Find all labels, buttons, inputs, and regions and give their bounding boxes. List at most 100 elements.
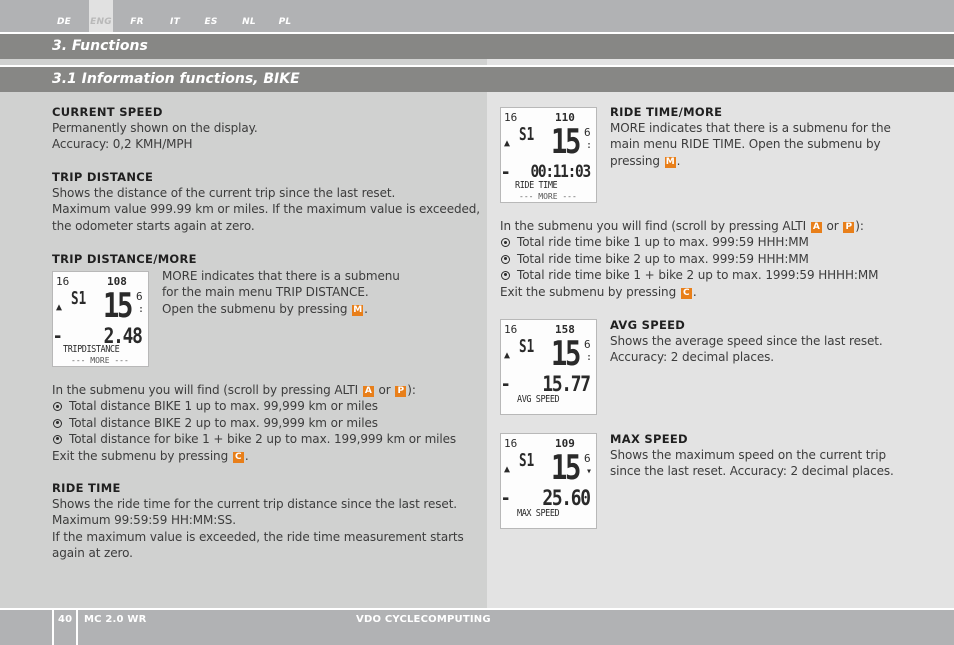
body-text: Maximum value 999.99 km or miles. If the… xyxy=(52,202,481,217)
list-item-text: Total distance BIKE 2 up to max. 99,999 … xyxy=(69,415,378,430)
display-indicator: 16 xyxy=(504,111,518,124)
display-value: 25.60 xyxy=(542,486,592,510)
list-item-text: Total ride time bike 2 up to max. 999:59… xyxy=(517,251,809,266)
intro-text: In the submenu you will find (scroll by … xyxy=(500,219,807,233)
max-speed-section: MAX SPEED Shows the maximum speed on the… xyxy=(610,432,910,480)
bike-icon: ▲ xyxy=(504,350,511,361)
bike-icon: ▲ xyxy=(56,302,63,313)
ride-time-heading: RIDE TIME xyxy=(52,481,121,495)
ride-time-submenu-section: In the submenu you will find (scroll by … xyxy=(500,218,920,300)
bike-icon: ▲ xyxy=(504,138,511,149)
display-image-avg-speed: 16 158 ▲ S1 15 6 : ▬ 15.77 AVG SPEED xyxy=(500,319,597,415)
display-dash: ▬ xyxy=(503,494,509,504)
m-key-icon: M xyxy=(352,304,364,316)
display-value: 00:11:03 xyxy=(530,162,592,182)
lang-tab-de[interactable]: DE xyxy=(52,0,76,32)
display-indicator: 16 xyxy=(504,437,518,450)
display-indicator: 16 xyxy=(504,323,518,336)
display-speed: 15 xyxy=(551,334,581,374)
trip-distance-more-section: TRIP DISTANCE/MORE xyxy=(52,252,482,267)
body-text: Shows the ride time for the current trip… xyxy=(52,497,458,511)
ride-time-more-heading: RIDE TIME/MORE xyxy=(610,105,723,119)
brand-name: VDO CYCLECOMPUTING xyxy=(356,614,491,625)
bullet-icon xyxy=(53,434,62,444)
display-speed-decimal: 6 xyxy=(584,126,591,139)
body-text: Open the submenu by pressing M. xyxy=(162,301,368,316)
c-key-icon: C xyxy=(232,451,244,463)
chapter-title: 3. Functions xyxy=(0,34,954,59)
display-image-max-speed: 16 109 ▲ S1 15 6 ▾ ▬ 25.60 MAX SPEED xyxy=(500,433,597,529)
intro-suffix: ): xyxy=(855,219,864,233)
body-text: MORE indicates that there is a submenu f… xyxy=(610,121,891,135)
body-text: main menu RIDE TIME. Open the submenu by xyxy=(610,137,881,152)
trip-distance-more-heading: TRIP DISTANCE/MORE xyxy=(52,252,197,266)
language-bar: DE ENG FR IT ES NL PL xyxy=(0,0,954,32)
submenu-exit: Exit the submenu by pressing C. xyxy=(52,448,249,463)
display-label: MAX SPEED xyxy=(517,508,560,519)
list-item: Total ride time bike 1 up to max. 999:59… xyxy=(500,234,920,250)
display-unit-arrow: ▾ xyxy=(586,466,593,477)
display-unit-dot: : xyxy=(138,304,145,315)
display-label: RIDE TIME xyxy=(515,180,558,191)
exit-text: Exit the submenu by pressing xyxy=(500,284,677,299)
ride-time-section: RIDE TIME Shows the ride time for the cu… xyxy=(52,481,482,562)
m-key-icon: M xyxy=(664,156,676,168)
lang-tab-eng[interactable]: ENG xyxy=(89,0,113,32)
display-s1-indicator: S1 xyxy=(71,288,87,309)
display-dash: ▬ xyxy=(503,168,509,178)
current-speed-heading: CURRENT SPEED xyxy=(52,105,163,119)
trip-distance-section: TRIP DISTANCE Shows the distance of the … xyxy=(52,170,482,234)
bullet-icon xyxy=(501,270,510,280)
display-s1-indicator: S1 xyxy=(519,336,535,357)
exit-text: Exit the submenu by pressing xyxy=(52,448,229,463)
body-text: Maximum 99:59:59 HH:MM:SS. xyxy=(52,513,236,528)
lang-tab-es[interactable]: ES xyxy=(199,0,223,32)
divider xyxy=(52,610,54,645)
display-unit-dot: : xyxy=(586,352,593,363)
lang-tab-nl[interactable]: NL xyxy=(237,0,261,32)
display-dash: ▬ xyxy=(503,380,509,390)
max-speed-heading: MAX SPEED xyxy=(610,432,688,446)
body-text: Shows the average speed since the last r… xyxy=(610,334,883,348)
intro-text: In the submenu you will find (scroll by … xyxy=(52,383,359,397)
lang-tab-pl[interactable]: PL xyxy=(273,0,297,32)
bullet-icon xyxy=(53,402,62,412)
body-text: If the maximum value is exceeded, the ri… xyxy=(52,529,464,544)
page-number: 40 xyxy=(58,614,73,625)
or-text: or xyxy=(378,383,391,397)
display-speed: 15 xyxy=(551,122,581,162)
a-key-icon: A xyxy=(810,222,822,233)
list-item-text: Total ride time bike 1 + bike 2 up to ma… xyxy=(517,268,879,283)
list-item-text: Total distance BIKE 1 up to max. 99,999 … xyxy=(69,399,378,414)
a-key-icon: A xyxy=(362,386,374,397)
list-item-text: Total ride time bike 1 up to max. 999:59… xyxy=(517,235,809,250)
list-item: Total distance BIKE 1 up to max. 99,999 … xyxy=(52,398,482,414)
body-text: Shows the distance of the current trip s… xyxy=(52,186,396,200)
display-speed-decimal: 6 xyxy=(136,290,143,303)
submenu-intro: In the submenu you will find (scroll by … xyxy=(52,382,482,398)
lang-tab-it[interactable]: IT xyxy=(163,0,187,32)
display-unit-dot: : xyxy=(586,140,593,151)
c-key-icon: C xyxy=(680,287,692,299)
trip-distance-more-text: MORE indicates that there is a submenu f… xyxy=(162,268,462,317)
press-text: Open the submenu by pressing xyxy=(162,301,348,316)
divider xyxy=(76,610,78,645)
lang-tab-fr[interactable]: FR xyxy=(125,0,149,32)
body-text: again at zero. xyxy=(52,546,133,561)
intro-suffix: ): xyxy=(407,383,416,397)
section-title: 3.1 Information functions, BIKE xyxy=(0,67,954,92)
display-label: AVG SPEED xyxy=(517,394,560,405)
list-item-text: Total distance for bike 1 + bike 2 up to… xyxy=(69,432,457,447)
display-image-ride-time: 16 110 ▲ S1 15 6 : ▬ 00:11:03 RIDE TIME … xyxy=(500,107,597,203)
list-item: Total ride time bike 1 + bike 2 up to ma… xyxy=(500,267,920,283)
display-speed: 15 xyxy=(103,286,133,326)
display-speed-decimal: 6 xyxy=(584,452,591,465)
list-item: Total distance BIKE 2 up to max. 99,999 … xyxy=(52,415,482,431)
display-label: TRIPDISTANCE xyxy=(63,344,120,355)
body-text: Shows the maximum speed on the current t… xyxy=(610,448,886,462)
model-name: MC 2.0 WR xyxy=(84,614,147,625)
list-item: Total ride time bike 2 up to max. 999:59… xyxy=(500,251,920,267)
body-text: for the main menu TRIP DISTANCE. xyxy=(162,285,369,300)
display-speed-decimal: 6 xyxy=(584,338,591,351)
press-text: pressing xyxy=(610,153,660,168)
